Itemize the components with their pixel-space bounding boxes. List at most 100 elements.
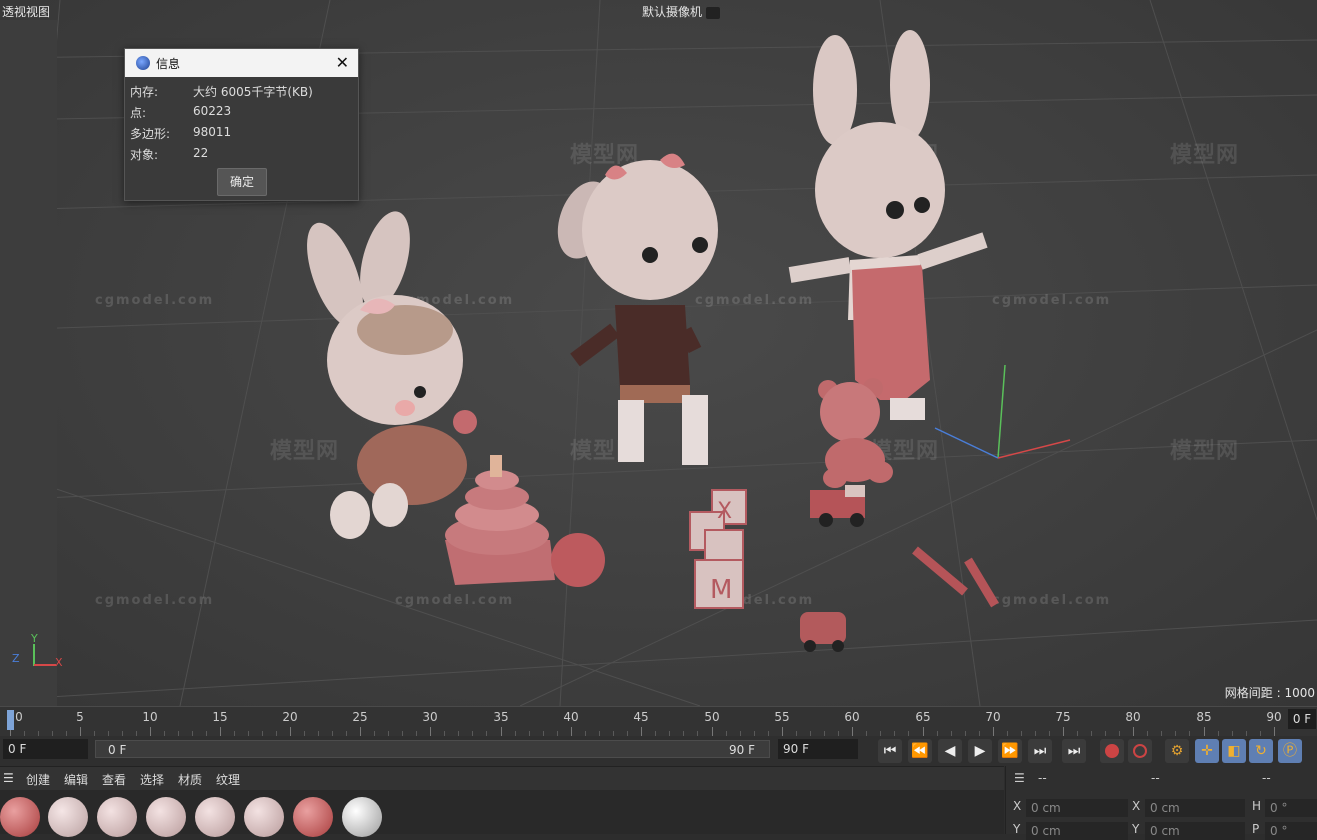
- parameter-key-icon[interactable]: Ⓟ: [1278, 739, 1302, 763]
- tick-label: 35: [493, 710, 509, 724]
- material-swatch[interactable]: [48, 797, 88, 837]
- next-key-icon[interactable]: ⏭: [1062, 739, 1086, 763]
- rotation-h-label: H: [1252, 799, 1262, 813]
- cinema4d-logo-icon: [136, 56, 150, 70]
- info-label-objects: 对象:: [130, 148, 159, 162]
- hamburger-menu-icon[interactable]: ☰: [1014, 771, 1025, 785]
- range-end-value: 90 F: [729, 743, 755, 757]
- info-dialog-header: 信息 ✕: [125, 49, 358, 77]
- coordinates-panel: ☰ -- -- -- X 0 cm X 0 cm H 0 ° Y 0 cm Y …: [1005, 766, 1317, 840]
- tick-label: 65: [915, 710, 931, 724]
- tick-label: 30: [422, 710, 438, 724]
- coord-header: --: [1151, 771, 1160, 785]
- tick-label: 15: [212, 710, 228, 724]
- axis-z-label: Z: [12, 652, 20, 665]
- toy-fire-truck: [810, 485, 865, 527]
- bunny-boy-model: [788, 30, 988, 420]
- info-value-objects: 22: [193, 146, 209, 160]
- tick-label: 70: [985, 710, 1001, 724]
- sitting-bunny-model: [307, 211, 467, 539]
- position-y-field[interactable]: 0 cm: [1026, 822, 1128, 840]
- keyframe-selection-icon[interactable]: ⚙: [1165, 739, 1189, 763]
- current-frame-field[interactable]: 0 F: [3, 739, 88, 759]
- info-value-memory: 大约 6005千字节(KB): [193, 85, 313, 99]
- letter-blocks-toy: X M: [689, 489, 747, 609]
- coord-header: --: [1262, 771, 1271, 785]
- position-x-field[interactable]: 0 cm: [1026, 799, 1128, 817]
- scale-key-icon[interactable]: ◧: [1222, 739, 1246, 763]
- size-x-field[interactable]: 0 cm: [1145, 799, 1245, 817]
- timeline-playhead[interactable]: [7, 710, 14, 730]
- frame-range-slider[interactable]: 0 F 90 F: [95, 740, 770, 758]
- svg-text:M: M: [710, 575, 732, 605]
- info-label-memory: 内存:: [130, 85, 159, 99]
- standing-bunny-girl-model: [557, 153, 718, 465]
- max-frame-field[interactable]: 90 F: [778, 739, 858, 759]
- auto-key-icon[interactable]: [1128, 739, 1152, 763]
- position-x-label: X: [1013, 799, 1022, 813]
- tick-label: 60: [844, 710, 860, 724]
- go-to-end-icon[interactable]: ⏭: [1028, 739, 1052, 763]
- info-dialog-title: 信息: [156, 57, 181, 71]
- record-key-icon[interactable]: [1100, 739, 1124, 763]
- max-frame-value: 90 F: [783, 742, 809, 756]
- menu-texture[interactable]: 纹理: [216, 771, 240, 788]
- tick-label: 45: [633, 710, 649, 724]
- material-swatch[interactable]: [342, 797, 382, 837]
- info-value-polygons: 98011: [193, 125, 232, 139]
- menu-material[interactable]: 材质: [178, 771, 202, 788]
- next-frame-icon[interactable]: ⏩: [998, 739, 1022, 763]
- menu-view[interactable]: 查看: [102, 771, 126, 788]
- hamburger-menu-icon[interactable]: ☰: [3, 771, 14, 785]
- ring-stacker-toy: [445, 410, 605, 587]
- tick-label: 40: [563, 710, 579, 724]
- tick-label: 80: [1125, 710, 1141, 724]
- tick-label: 0: [15, 710, 23, 724]
- tick-label: 25: [352, 710, 368, 724]
- tick-label: 75: [1055, 710, 1071, 724]
- material-swatch[interactable]: [146, 797, 186, 837]
- material-swatch[interactable]: [0, 797, 40, 837]
- tick-label: 55: [774, 710, 790, 724]
- menu-select[interactable]: 选择: [140, 771, 164, 788]
- info-value-points: 60223: [193, 104, 232, 118]
- view-axis-indicator: Y X Z: [8, 630, 68, 670]
- tick-label: 90: [1266, 710, 1282, 724]
- toy-car: [800, 612, 846, 652]
- world-axis-gizmo: [934, 364, 1071, 459]
- size-y-field[interactable]: 0 cm: [1145, 822, 1245, 840]
- material-menu-bar: ☰ 创建 编辑 查看 选择 材质 纹理: [0, 766, 1004, 791]
- rotation-p-field[interactable]: 0 °: [1265, 822, 1317, 840]
- previous-key-icon[interactable]: ⏪: [908, 739, 932, 763]
- menu-edit[interactable]: 编辑: [64, 771, 88, 788]
- tick-label: 5: [76, 710, 84, 724]
- timeline-ruler[interactable]: 0 5 10 15 20 25 30 35 40 45 50 55 60 65 …: [0, 706, 1317, 737]
- material-swatch[interactable]: [244, 797, 284, 837]
- axis-x-label: X: [55, 656, 63, 669]
- size-x-label: X: [1132, 799, 1141, 813]
- material-swatch[interactable]: [293, 797, 333, 837]
- go-to-start-icon[interactable]: ⏮: [878, 739, 902, 763]
- coord-header: --: [1038, 771, 1047, 785]
- play-icon[interactable]: ▶: [968, 739, 992, 763]
- axis-y-label: Y: [31, 632, 38, 645]
- info-label-polygons: 多边形:: [130, 127, 171, 141]
- info-dialog: 信息 ✕ 内存: 大约 6005千字节(KB) 点: 60223 多边形: 98…: [124, 48, 359, 201]
- material-swatch[interactable]: [195, 797, 235, 837]
- rotation-key-icon[interactable]: ↻: [1249, 739, 1273, 763]
- close-icon[interactable]: ✕: [336, 53, 349, 72]
- timeline-end-frame[interactable]: 0 F: [1288, 709, 1316, 729]
- previous-frame-icon[interactable]: ◀: [938, 739, 962, 763]
- tick-label: 10: [142, 710, 158, 724]
- pencils-toy: [912, 546, 999, 608]
- menu-create[interactable]: 创建: [26, 771, 50, 788]
- material-swatch[interactable]: [97, 797, 137, 837]
- current-frame-value: 0 F: [8, 742, 27, 756]
- tick-label: 50: [704, 710, 720, 724]
- ok-button[interactable]: 确定: [217, 168, 267, 196]
- tick-label: 85: [1196, 710, 1212, 724]
- rotation-h-field[interactable]: 0 °: [1265, 799, 1317, 817]
- range-start-value: 0 F: [108, 743, 127, 757]
- info-label-points: 点:: [130, 106, 147, 120]
- position-key-icon[interactable]: ✛: [1195, 739, 1219, 763]
